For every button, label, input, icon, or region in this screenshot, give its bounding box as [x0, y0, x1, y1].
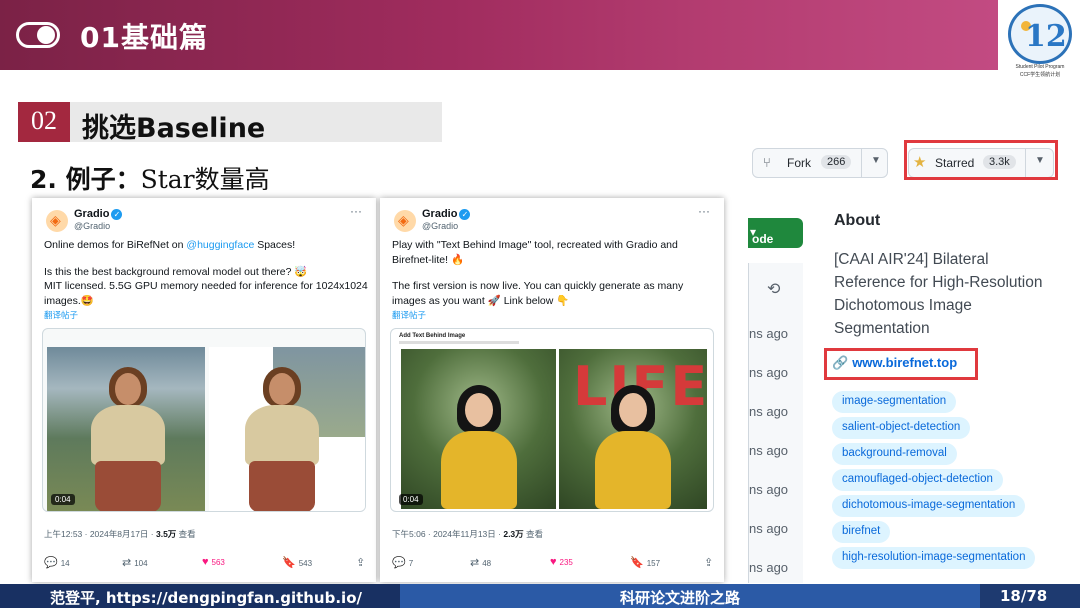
tweet-author-name[interactable]: Gradio — [422, 208, 457, 220]
cutout-photo — [209, 347, 365, 511]
slide-footer: 范登平, https://dengpingfan.github.io/ 科研论文… — [0, 584, 1080, 608]
tweet-text: Online demos for BiRefNet on @huggingfac… — [44, 238, 368, 323]
section-title: 挑选Baseline — [82, 113, 266, 144]
slide-title: 01基础篇 — [80, 21, 208, 54]
share-icon: ⇪ — [704, 557, 714, 569]
like-button[interactable]: ♥ 563 — [202, 556, 225, 568]
tweet-card: ◈ Gradio ✓ @Gradio ··· Play with "Text Be… — [380, 198, 724, 582]
slide-header: 01基础篇 — [0, 0, 998, 70]
video-duration: 0:04 — [399, 494, 423, 505]
fork-count: 266 — [821, 155, 852, 169]
about-heading: About — [834, 212, 881, 229]
commit-age: ns ago — [749, 560, 789, 575]
topic-tag[interactable]: camouflaged-object-detection — [832, 469, 1003, 491]
reply-icon: 💬 — [44, 557, 58, 569]
tweet-card: ◈ Gradio ✓ @Gradio ··· Online demos for B… — [32, 198, 376, 582]
commit-age: ns ago — [749, 482, 789, 497]
commit-age: ns ago — [749, 443, 789, 458]
reply-button[interactable]: 💬 7 — [392, 556, 413, 569]
tweet-handle[interactable]: @Gradio — [74, 221, 110, 231]
heart-icon: ♥ — [550, 556, 557, 568]
share-button[interactable]: ⇪ — [356, 556, 368, 569]
repost-button[interactable]: ⇄ 48 — [470, 556, 491, 569]
tweet-actions: 💬 7 ⇄ 48 ♥ 235 🔖 157 ⇪ — [392, 556, 716, 570]
course-title: 科研论文进阶之路 — [620, 589, 741, 607]
share-icon: ⇪ — [356, 557, 366, 569]
tweet-author-name[interactable]: Gradio — [74, 208, 109, 220]
topic-tag[interactable]: high-resolution-image-segmentation — [832, 547, 1036, 569]
repost-icon: ⇄ — [122, 557, 132, 569]
toggle-icon — [16, 22, 60, 48]
tweet-timestamp[interactable]: 下午5:06 · 2024年11月13日 · 2.3万 查看 — [392, 528, 543, 540]
topic-tag[interactable]: salient-object-detection — [832, 417, 971, 439]
verified-icon: ✓ — [111, 208, 123, 220]
section-number-box: 02 — [18, 102, 70, 142]
original-photo — [47, 347, 205, 511]
translate-link[interactable]: 翻译帖子 — [44, 308, 368, 323]
bookmark-icon: 🔖 — [630, 557, 644, 569]
commit-age: ns ago — [749, 326, 789, 341]
star-highlight-box — [904, 140, 1058, 180]
tweet-video[interactable]: 0:04 — [42, 328, 366, 512]
topic-tag[interactable]: birefnet — [832, 521, 891, 543]
video-duration: 0:04 — [51, 494, 75, 505]
example-heading: 2. 例子：Star数量高 — [30, 165, 270, 194]
mention-link[interactable]: @huggingface — [186, 239, 254, 251]
topic-tag[interactable]: image-segmentation — [832, 391, 957, 413]
code-button[interactable]: ode ▾ — [748, 218, 803, 248]
gradio-avatar[interactable]: ◈ — [394, 210, 416, 232]
website-highlight-box — [824, 348, 978, 380]
bookmark-button[interactable]: 🔖 543 — [282, 556, 312, 569]
media-title: Add Text Behind Image — [399, 333, 466, 339]
reply-icon: 💬 — [392, 557, 406, 569]
reply-button[interactable]: 💬 14 — [44, 556, 70, 569]
fork-icon: ⑂ — [763, 155, 771, 170]
section-number: 02 — [31, 106, 57, 135]
section-heading: 挑选Baseline — [70, 102, 442, 144]
program-logo: 12 Student Pilot Program CCF学生领航计划 — [998, 0, 1080, 80]
bookmark-button[interactable]: 🔖 157 — [630, 556, 660, 569]
github-repo-panel: ⑂ Fork 266 ▼ ★ Starred 3.3k ▼ ode ▾ ⟲ ns… — [748, 140, 1080, 583]
commit-history-column: ⟲ ns ago ns ago ns ago ns ago ns ago ns … — [748, 263, 803, 583]
topic-tag[interactable]: dichotomous-image-segmentation — [832, 495, 1026, 517]
history-icon[interactable]: ⟲ — [767, 279, 780, 299]
repost-icon: ⇄ — [470, 557, 480, 569]
topic-tag[interactable]: background-removal — [832, 443, 957, 465]
tweet-timestamp[interactable]: 上午12:53 · 2024年8月17日 · 3.5万 查看 — [44, 528, 196, 540]
repo-description: [CAAI AIR'24] Bilateral Reference for Hi… — [834, 251, 1043, 337]
more-icon[interactable]: ··· — [350, 204, 362, 218]
tweet-video[interactable]: Add Text Behind Image LIFE 0:04 — [390, 328, 714, 512]
text-behind-photo: LIFE — [559, 349, 707, 509]
tweet-handle[interactable]: @Gradio — [422, 221, 458, 231]
like-button[interactable]: ♥ 235 — [550, 556, 573, 568]
translate-link[interactable]: 翻译帖子 — [392, 308, 716, 323]
verified-icon: ✓ — [459, 208, 471, 220]
heart-icon: ♥ — [202, 556, 209, 568]
share-button[interactable]: ⇪ — [704, 556, 716, 569]
author-credit: 范登平, https://dengpingfan.github.io/ — [50, 589, 362, 607]
commit-age: ns ago — [749, 404, 789, 419]
tweet-text: Play with "Text Behind Image" tool, recr… — [392, 238, 716, 323]
repost-button[interactable]: ⇄ 104 — [122, 556, 148, 569]
commit-age: ns ago — [749, 521, 789, 536]
page-number: 18/78 — [1000, 587, 1048, 605]
commit-age: ns ago — [749, 365, 789, 380]
tweet-actions: 💬 14 ⇄ 104 ♥ 563 🔖 543 ⇪ — [44, 556, 368, 570]
bookmark-icon: 🔖 — [282, 557, 296, 569]
more-icon[interactable]: ··· — [698, 204, 710, 218]
gradio-avatar[interactable]: ◈ — [46, 210, 68, 232]
fork-button[interactable]: ⑂ Fork 266 ▼ — [752, 148, 888, 178]
original-photo — [401, 349, 556, 509]
chevron-down-icon[interactable]: ▼ — [871, 155, 881, 166]
